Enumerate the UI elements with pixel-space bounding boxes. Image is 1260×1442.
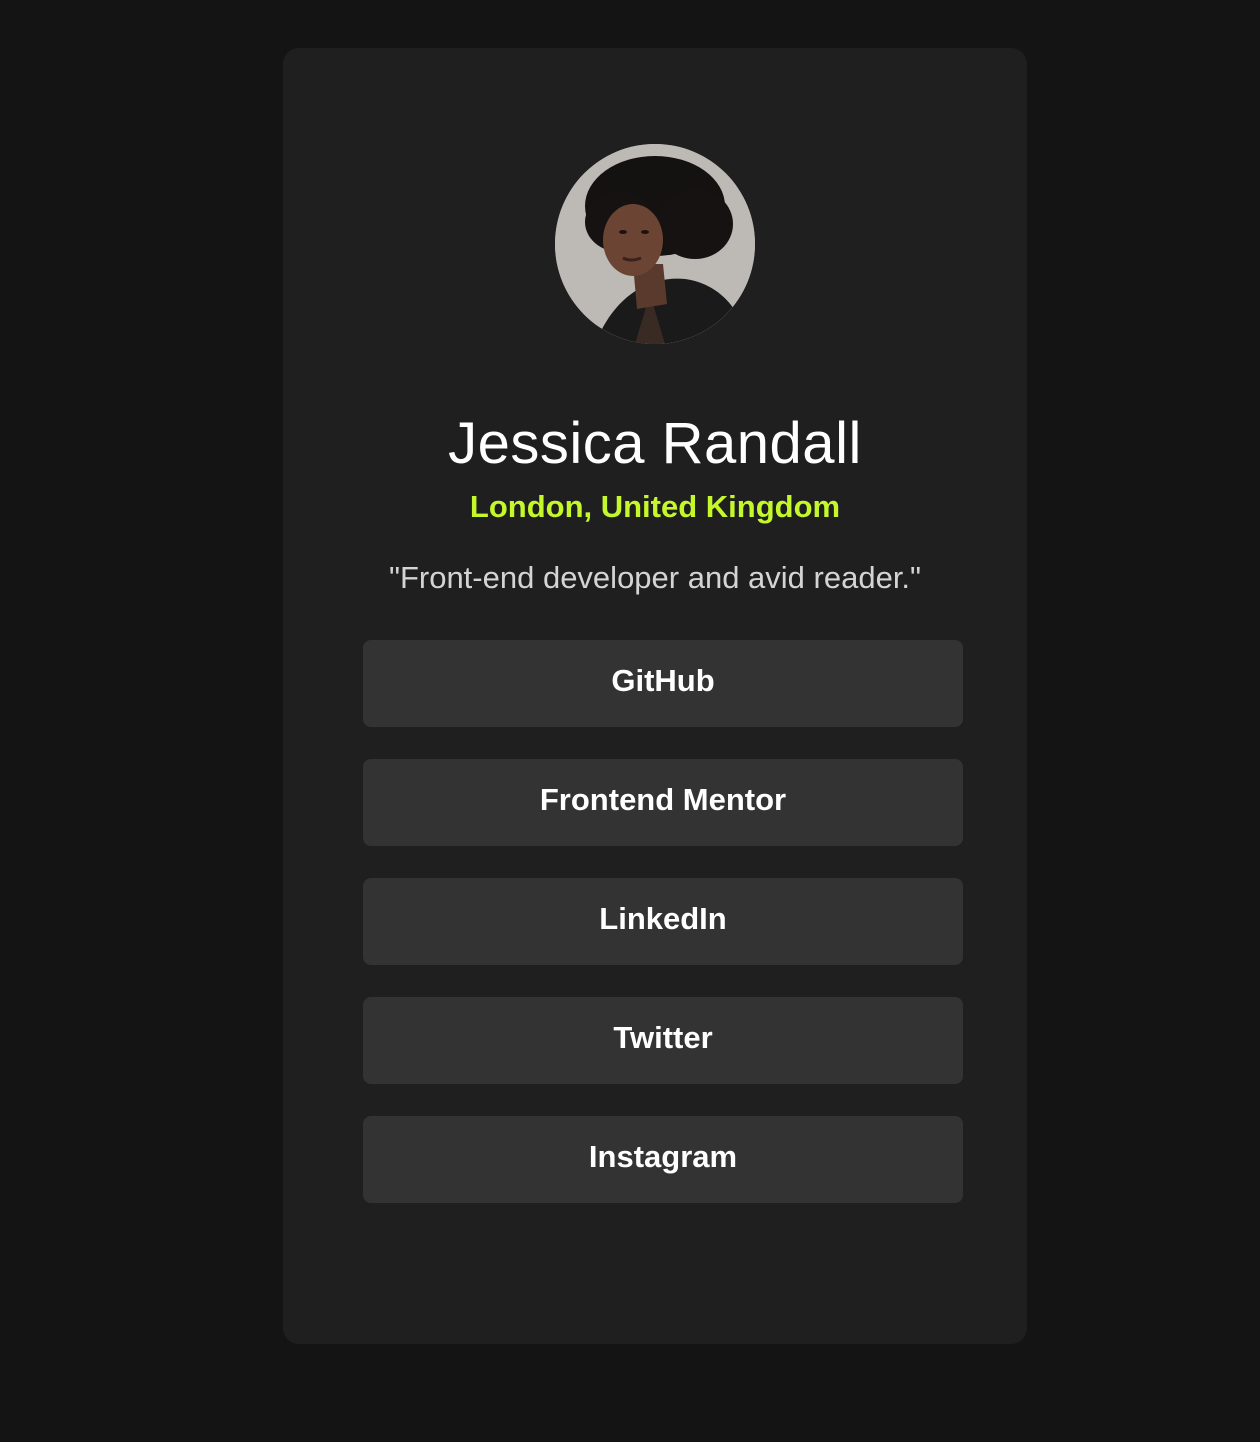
instagram-link-button[interactable]: Instagram [363, 1116, 963, 1203]
profile-bio: "Front-end developer and avid reader." [388, 560, 922, 595]
linkedin-link-label: LinkedIn [599, 900, 727, 936]
twitter-link-button[interactable]: Twitter [363, 997, 963, 1084]
frontend-mentor-link-button[interactable]: Frontend Mentor [363, 759, 963, 846]
github-link-button[interactable]: GitHub [363, 640, 963, 727]
linkedin-link-button[interactable]: LinkedIn [363, 878, 963, 965]
avatar [555, 144, 755, 344]
twitter-link-label: Twitter [613, 1019, 713, 1055]
avatar-portrait-image [555, 144, 755, 344]
frontend-mentor-link-label: Frontend Mentor [539, 781, 787, 817]
github-link-label: GitHub [611, 662, 715, 698]
profile-name: Jessica Randall [448, 411, 862, 476]
instagram-link-label: Instagram [588, 1138, 738, 1174]
social-links: GitHub Frontend Mentor LinkedIn Twitter … [363, 640, 963, 1235]
profile-location: London, United Kingdom [469, 489, 841, 524]
profile-card: Jessica Randall London, United Kingdom "… [283, 48, 1027, 1344]
